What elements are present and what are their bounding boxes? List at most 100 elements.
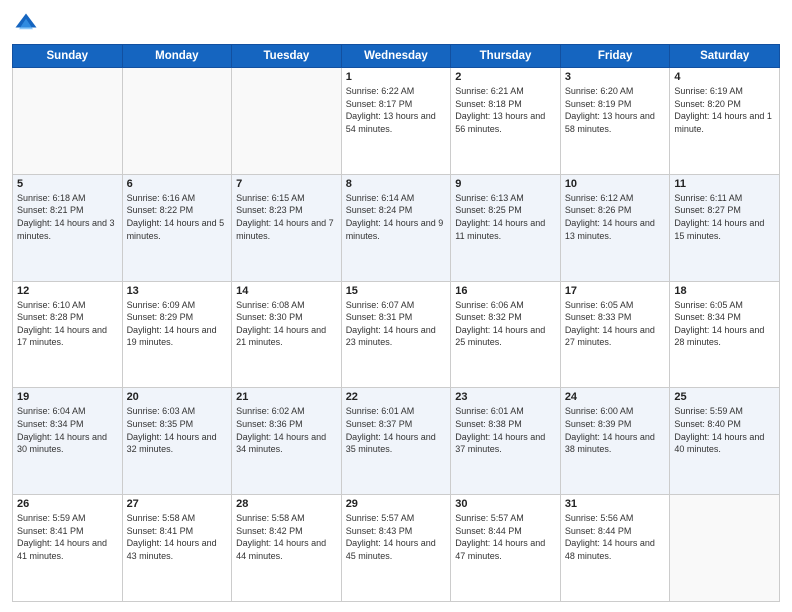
day-info: Sunrise: 6:19 AM Sunset: 8:20 PM Dayligh…	[674, 85, 775, 135]
day-number: 25	[674, 391, 775, 403]
day-info: Sunrise: 6:02 AM Sunset: 8:36 PM Dayligh…	[236, 405, 337, 455]
day-number: 6	[127, 178, 228, 190]
calendar-day-cell: 29 Sunrise: 5:57 AM Sunset: 8:43 PM Dayli…	[341, 495, 451, 602]
calendar-day-cell: 17 Sunrise: 6:05 AM Sunset: 8:33 PM Dayli…	[560, 281, 670, 388]
calendar-day-cell	[670, 495, 780, 602]
day-number: 16	[455, 285, 556, 297]
calendar-day-cell: 15Sunrise: 6:07 AM Sunset: 8:31 PM Dayli…	[341, 281, 451, 388]
calendar-week-row: 5 Sunrise: 6:18 AM Sunset: 8:21 PM Daylig…	[13, 174, 780, 281]
calendar-day-cell: 30 Sunrise: 5:57 AM Sunset: 8:44 PM Dayli…	[451, 495, 561, 602]
calendar-day-cell: 9 Sunrise: 6:13 AM Sunset: 8:25 PM Daylig…	[451, 174, 561, 281]
weekday-header: Wednesday	[341, 45, 451, 68]
day-number: 13	[127, 285, 228, 297]
day-number: 17	[565, 285, 666, 297]
day-number: 29	[346, 498, 447, 510]
calendar-day-cell: 11 Sunrise: 6:11 AM Sunset: 8:27 PM Dayli…	[670, 174, 780, 281]
day-info: Sunrise: 6:01 AM Sunset: 8:37 PM Dayligh…	[346, 405, 447, 455]
calendar-day-cell: 4 Sunrise: 6:19 AM Sunset: 8:20 PM Daylig…	[670, 68, 780, 175]
calendar-day-cell: 1 Sunrise: 6:22 AM Sunset: 8:17 PM Daylig…	[341, 68, 451, 175]
day-info: Sunrise: 5:57 AM Sunset: 8:43 PM Dayligh…	[346, 512, 447, 562]
calendar-day-cell: 22 Sunrise: 6:01 AM Sunset: 8:37 PM Dayli…	[341, 388, 451, 495]
calendar-day-cell: 16 Sunrise: 6:06 AM Sunset: 8:32 PM Dayli…	[451, 281, 561, 388]
day-number: 3	[565, 71, 666, 83]
day-info: Sunrise: 6:03 AM Sunset: 8:35 PM Dayligh…	[127, 405, 228, 455]
day-number: 21	[236, 391, 337, 403]
day-info: Sunrise: 6:16 AM Sunset: 8:22 PM Dayligh…	[127, 192, 228, 242]
day-info: Sunrise: 6:00 AM Sunset: 8:39 PM Dayligh…	[565, 405, 666, 455]
day-info: Sunrise: 5:59 AM Sunset: 8:40 PM Dayligh…	[674, 405, 775, 455]
day-number: 4	[674, 71, 775, 83]
day-number: 19	[17, 391, 118, 403]
day-info: Sunrise: 6:18 AM Sunset: 8:21 PM Dayligh…	[17, 192, 118, 242]
weekday-header: Monday	[122, 45, 232, 68]
day-info: Sunrise: 6:11 AM Sunset: 8:27 PM Dayligh…	[674, 192, 775, 242]
day-number: 7	[236, 178, 337, 190]
day-number: 11	[674, 178, 775, 190]
calendar-day-cell: 5 Sunrise: 6:18 AM Sunset: 8:21 PM Daylig…	[13, 174, 123, 281]
calendar-day-cell: 31 Sunrise: 5:56 AM Sunset: 8:44 PM Dayli…	[560, 495, 670, 602]
calendar-day-cell: 8Sunrise: 6:14 AM Sunset: 8:24 PM Daylig…	[341, 174, 451, 281]
calendar-table: SundayMondayTuesdayWednesdayThursdayFrid…	[12, 44, 780, 602]
weekday-header: Friday	[560, 45, 670, 68]
day-number: 24	[565, 391, 666, 403]
day-info: Sunrise: 6:22 AM Sunset: 8:17 PM Dayligh…	[346, 85, 447, 135]
day-info: Sunrise: 6:06 AM Sunset: 8:32 PM Dayligh…	[455, 299, 556, 349]
calendar-day-cell: 6 Sunrise: 6:16 AM Sunset: 8:22 PM Daylig…	[122, 174, 232, 281]
day-info: Sunrise: 6:10 AM Sunset: 8:28 PM Dayligh…	[17, 299, 118, 349]
day-info: Sunrise: 5:59 AM Sunset: 8:41 PM Dayligh…	[17, 512, 118, 562]
calendar-day-cell: 12 Sunrise: 6:10 AM Sunset: 8:28 PM Dayli…	[13, 281, 123, 388]
day-number: 8	[346, 178, 447, 190]
day-number: 20	[127, 391, 228, 403]
calendar-day-cell: 20 Sunrise: 6:03 AM Sunset: 8:35 PM Dayli…	[122, 388, 232, 495]
header	[12, 10, 780, 38]
calendar-day-cell: 7Sunrise: 6:15 AM Sunset: 8:23 PM Daylig…	[232, 174, 342, 281]
day-info: Sunrise: 6:12 AM Sunset: 8:26 PM Dayligh…	[565, 192, 666, 242]
day-number: 31	[565, 498, 666, 510]
calendar-day-cell: 23 Sunrise: 6:01 AM Sunset: 8:38 PM Dayli…	[451, 388, 561, 495]
calendar-day-cell: 21 Sunrise: 6:02 AM Sunset: 8:36 PM Dayli…	[232, 388, 342, 495]
day-info: Sunrise: 5:57 AM Sunset: 8:44 PM Dayligh…	[455, 512, 556, 562]
day-info: Sunrise: 6:13 AM Sunset: 8:25 PM Dayligh…	[455, 192, 556, 242]
day-number: 2	[455, 71, 556, 83]
day-number: 23	[455, 391, 556, 403]
calendar-day-cell	[122, 68, 232, 175]
day-number: 5	[17, 178, 118, 190]
day-info: Sunrise: 6:20 AM Sunset: 8:19 PM Dayligh…	[565, 85, 666, 135]
day-info: Sunrise: 6:05 AM Sunset: 8:33 PM Dayligh…	[565, 299, 666, 349]
day-number: 12	[17, 285, 118, 297]
logo	[12, 10, 44, 38]
calendar-day-cell: 19 Sunrise: 6:04 AM Sunset: 8:34 PM Dayli…	[13, 388, 123, 495]
day-info: Sunrise: 6:09 AM Sunset: 8:29 PM Dayligh…	[127, 299, 228, 349]
day-number: 1	[346, 71, 447, 83]
calendar-day-cell: 27Sunrise: 5:58 AM Sunset: 8:41 PM Dayli…	[122, 495, 232, 602]
calendar-week-row: 1 Sunrise: 6:22 AM Sunset: 8:17 PM Daylig…	[13, 68, 780, 175]
calendar-day-cell: 2 Sunrise: 6:21 AM Sunset: 8:18 PM Daylig…	[451, 68, 561, 175]
weekday-header: Tuesday	[232, 45, 342, 68]
day-info: Sunrise: 5:56 AM Sunset: 8:44 PM Dayligh…	[565, 512, 666, 562]
day-number: 30	[455, 498, 556, 510]
calendar-week-row: 12 Sunrise: 6:10 AM Sunset: 8:28 PM Dayli…	[13, 281, 780, 388]
weekday-header: Thursday	[451, 45, 561, 68]
day-number: 18	[674, 285, 775, 297]
calendar-day-cell: 25 Sunrise: 5:59 AM Sunset: 8:40 PM Dayli…	[670, 388, 780, 495]
day-info: Sunrise: 6:07 AM Sunset: 8:31 PM Dayligh…	[346, 299, 447, 349]
calendar-week-row: 19 Sunrise: 6:04 AM Sunset: 8:34 PM Dayli…	[13, 388, 780, 495]
calendar-day-cell	[13, 68, 123, 175]
page: SundayMondayTuesdayWednesdayThursdayFrid…	[0, 0, 792, 612]
calendar-day-cell: 24 Sunrise: 6:00 AM Sunset: 8:39 PM Dayli…	[560, 388, 670, 495]
weekday-header: Sunday	[13, 45, 123, 68]
day-number: 22	[346, 391, 447, 403]
day-number: 10	[565, 178, 666, 190]
day-info: Sunrise: 6:04 AM Sunset: 8:34 PM Dayligh…	[17, 405, 118, 455]
calendar-day-cell: 28Sunrise: 5:58 AM Sunset: 8:42 PM Dayli…	[232, 495, 342, 602]
calendar-day-cell: 3 Sunrise: 6:20 AM Sunset: 8:19 PM Daylig…	[560, 68, 670, 175]
weekday-header: Saturday	[670, 45, 780, 68]
day-number: 28	[236, 498, 337, 510]
day-number: 27	[127, 498, 228, 510]
day-number: 9	[455, 178, 556, 190]
calendar-day-cell	[232, 68, 342, 175]
calendar-week-row: 26Sunrise: 5:59 AM Sunset: 8:41 PM Dayli…	[13, 495, 780, 602]
calendar-day-cell: 18Sunrise: 6:05 AM Sunset: 8:34 PM Dayli…	[670, 281, 780, 388]
day-info: Sunrise: 6:01 AM Sunset: 8:38 PM Dayligh…	[455, 405, 556, 455]
day-info: Sunrise: 6:21 AM Sunset: 8:18 PM Dayligh…	[455, 85, 556, 135]
